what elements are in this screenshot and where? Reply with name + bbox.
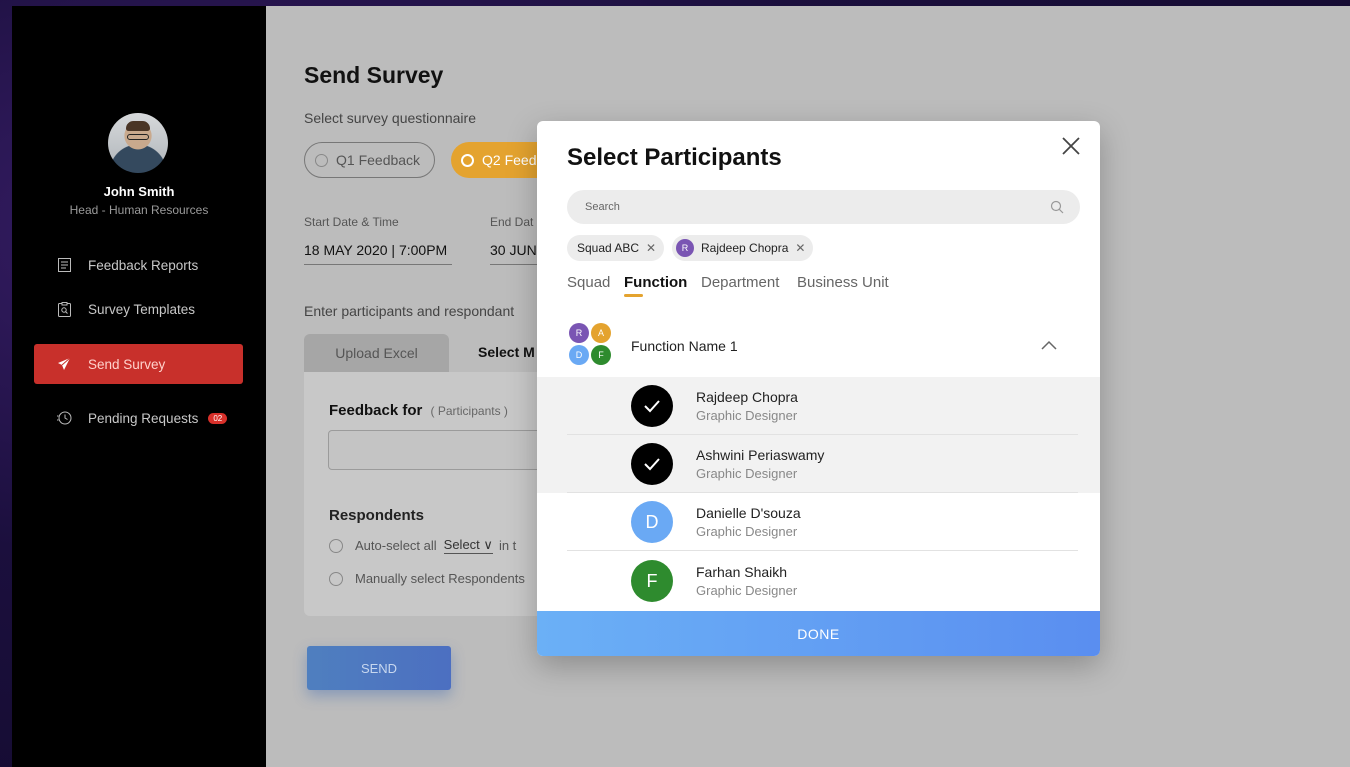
feedback-for-label: Feedback for ( Participants ) <box>329 402 508 419</box>
chevron-up-icon[interactable] <box>1040 339 1058 351</box>
chip-remove-icon[interactable]: ✕ <box>795 241 805 255</box>
chip-squad-abc: Squad ABC ✕ <box>567 235 665 261</box>
questionnaire-option-q1[interactable]: Q1 Feedback <box>304 142 436 178</box>
person-name: Ashwini Periaswamy <box>696 447 825 463</box>
list-item[interactable]: Ashwini Periaswamy Graphic Designer <box>537 435 1100 493</box>
tab-select-manually[interactable]: Select M <box>478 344 535 360</box>
radio-selected-icon <box>461 153 474 167</box>
avatar: R <box>569 323 589 343</box>
person-name: Rajdeep Chopra <box>696 389 798 405</box>
list-item[interactable]: F Farhan Shaikh Graphic Designer <box>537 552 1100 610</box>
person-role: Graphic Designer <box>696 583 798 598</box>
list-item[interactable]: Rajdeep Chopra Graphic Designer <box>537 377 1100 435</box>
avatar: A <box>591 323 611 343</box>
person-role: Graphic Designer <box>696 524 798 539</box>
auto-select-dropdown[interactable]: Select ∨ <box>443 537 493 554</box>
chip-remove-icon[interactable]: ✕ <box>646 241 656 255</box>
search-bar <box>567 190 1080 224</box>
sidebar-item-feedback-reports[interactable]: Feedback Reports <box>34 245 243 285</box>
sidebar-item-label: Survey Templates <box>88 301 196 317</box>
avatar: D <box>569 345 589 365</box>
active-tab-indicator <box>624 294 643 297</box>
list-item[interactable]: D Danielle D'souza Graphic Designer <box>537 493 1100 551</box>
start-date-label: Start Date & Time <box>304 215 399 229</box>
person-role: Graphic Designer <box>696 408 798 423</box>
send-button[interactable]: SEND <box>307 646 451 690</box>
questionnaire-label: Select survey questionnaire <box>304 110 476 126</box>
search-icon[interactable] <box>1050 200 1064 214</box>
sidebar-item-pending-requests[interactable]: Pending Requests 02 <box>34 398 243 438</box>
clock-icon <box>56 410 72 426</box>
search-input[interactable] <box>567 190 1027 224</box>
avatar <box>108 113 168 173</box>
manual-select-option[interactable]: Manually select Respondents <box>329 571 525 586</box>
tab-department[interactable]: Department <box>701 274 779 291</box>
avatar: F <box>591 345 611 365</box>
tab-business-unit[interactable]: Business Unit <box>797 274 889 291</box>
done-button[interactable]: DONE <box>537 611 1100 656</box>
person-name: Danielle D'souza <box>696 505 801 521</box>
avatar: D <box>631 501 673 543</box>
avatar: F <box>631 560 673 602</box>
person-role: Graphic Designer <box>696 466 798 481</box>
tab-squad[interactable]: Squad <box>567 274 610 291</box>
questionnaire-option-q2[interactable]: Q2 Feed <box>451 142 551 178</box>
page-title: Send Survey <box>304 62 444 88</box>
modal-title: Select Participants <box>567 144 782 171</box>
report-icon <box>56 257 72 273</box>
radio-icon <box>315 153 328 167</box>
select-participants-modal: Select Participants Squad ABC ✕ R Rajdee… <box>537 121 1100 656</box>
sidebar-item-label: Feedback Reports <box>88 257 199 273</box>
option-label: Q1 Feedback <box>336 152 421 168</box>
option-label: Q2 Feed <box>482 152 537 168</box>
participants-label: Enter participants and respondant <box>304 303 515 319</box>
check-icon <box>631 443 673 485</box>
avatar: R <box>676 239 694 257</box>
chevron-down-icon: ∨ <box>483 537 493 552</box>
radio-icon <box>329 571 343 586</box>
start-date-field[interactable]: 18 MAY 2020 | 7:00PM <box>304 242 452 265</box>
sidebar-item-label: Pending Requests <box>88 410 199 426</box>
end-date-label: End Dat <box>490 215 534 229</box>
radio-icon <box>329 538 343 553</box>
user-name: John Smith <box>103 184 175 199</box>
close-icon[interactable] <box>1060 135 1082 157</box>
sidebar-item-survey-templates[interactable]: Survey Templates <box>34 289 243 329</box>
sidebar-item-send-survey[interactable]: Send Survey <box>34 344 243 384</box>
user-role: Head - Human Resources <box>69 203 209 217</box>
respondents-label: Respondents <box>329 507 425 524</box>
auto-select-option[interactable]: Auto-select all Select ∨ in t <box>329 537 516 554</box>
chip-rajdeep-chopra: R Rajdeep Chopra ✕ <box>672 235 814 261</box>
send-icon <box>56 356 72 372</box>
sidebar: John Smith Head - Human Resources Feedba… <box>12 6 266 767</box>
sidebar-item-label: Send Survey <box>88 356 166 372</box>
person-name: Farhan Shaikh <box>696 564 788 580</box>
clipboard-search-icon <box>56 301 72 317</box>
pending-badge: 02 <box>208 412 228 424</box>
group-name[interactable]: Function Name 1 <box>631 338 738 354</box>
participants-input[interactable] <box>328 430 568 470</box>
tab-upload-excel[interactable]: Upload Excel <box>304 334 449 372</box>
check-icon <box>631 385 673 427</box>
group-avatars: R A D F <box>569 323 613 367</box>
tab-function[interactable]: Function <box>624 274 687 291</box>
